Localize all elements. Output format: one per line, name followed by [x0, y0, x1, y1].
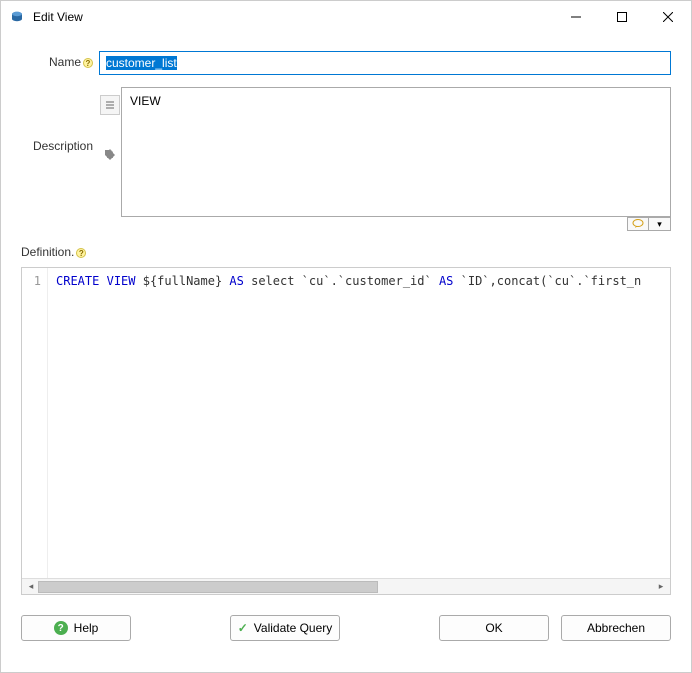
dialog-content: Name? Description ▾: [1, 33, 691, 595]
list-icon[interactable]: [100, 95, 120, 115]
description-side-tools: [99, 87, 121, 217]
scroll-left-arrow[interactable]: ◂: [24, 581, 38, 593]
help-hint-icon[interactable]: ?: [83, 58, 93, 68]
validate-query-button[interactable]: ✓ Validate Query: [230, 615, 340, 641]
window-title: Edit View: [33, 10, 553, 24]
horizontal-scrollbar[interactable]: ◂ ▸: [22, 578, 670, 594]
description-footer-tools: ▾: [627, 217, 671, 231]
name-input[interactable]: [99, 51, 671, 75]
button-bar: ? Help ✓ Validate Query OK Abbrechen: [1, 595, 691, 657]
help-icon: ?: [54, 621, 68, 635]
titlebar: Edit View: [1, 1, 691, 33]
description-field-row: Description ▾: [21, 87, 671, 217]
ok-button[interactable]: OK: [439, 615, 549, 641]
tag-icon[interactable]: [100, 145, 120, 165]
scroll-track[interactable]: [38, 581, 654, 593]
code-body: 1 CREATE VIEW ${fullName} AS select `cu`…: [22, 268, 670, 578]
scroll-thumb[interactable]: [38, 581, 378, 593]
help-button[interactable]: ? Help: [21, 615, 131, 641]
app-icon: [9, 9, 25, 25]
close-button[interactable]: [645, 1, 691, 33]
description-textarea[interactable]: [121, 87, 671, 217]
line-gutter: 1: [22, 268, 48, 578]
minimize-button[interactable]: [553, 1, 599, 33]
maximize-button[interactable]: [599, 1, 645, 33]
check-icon: ✓: [238, 621, 248, 635]
name-label: Name?: [21, 51, 99, 69]
speech-bubble-icon[interactable]: [627, 217, 649, 231]
name-field-row: Name?: [21, 51, 671, 75]
line-number: 1: [22, 274, 41, 288]
scroll-right-arrow[interactable]: ▸: [654, 581, 668, 593]
window-controls: [553, 1, 691, 33]
dropdown-arrow-icon[interactable]: ▾: [649, 217, 671, 231]
definition-label: Definition.?: [21, 245, 671, 259]
code-editor: 1 CREATE VIEW ${fullName} AS select `cu`…: [21, 267, 671, 595]
cancel-button[interactable]: Abbrechen: [561, 615, 671, 641]
help-hint-icon[interactable]: ?: [76, 248, 86, 258]
description-label: Description: [21, 87, 99, 153]
code-area[interactable]: CREATE VIEW ${fullName} AS select `cu`.`…: [48, 268, 670, 578]
definition-section: Definition.? 1 CREATE VIEW ${fullName} A…: [21, 245, 671, 595]
